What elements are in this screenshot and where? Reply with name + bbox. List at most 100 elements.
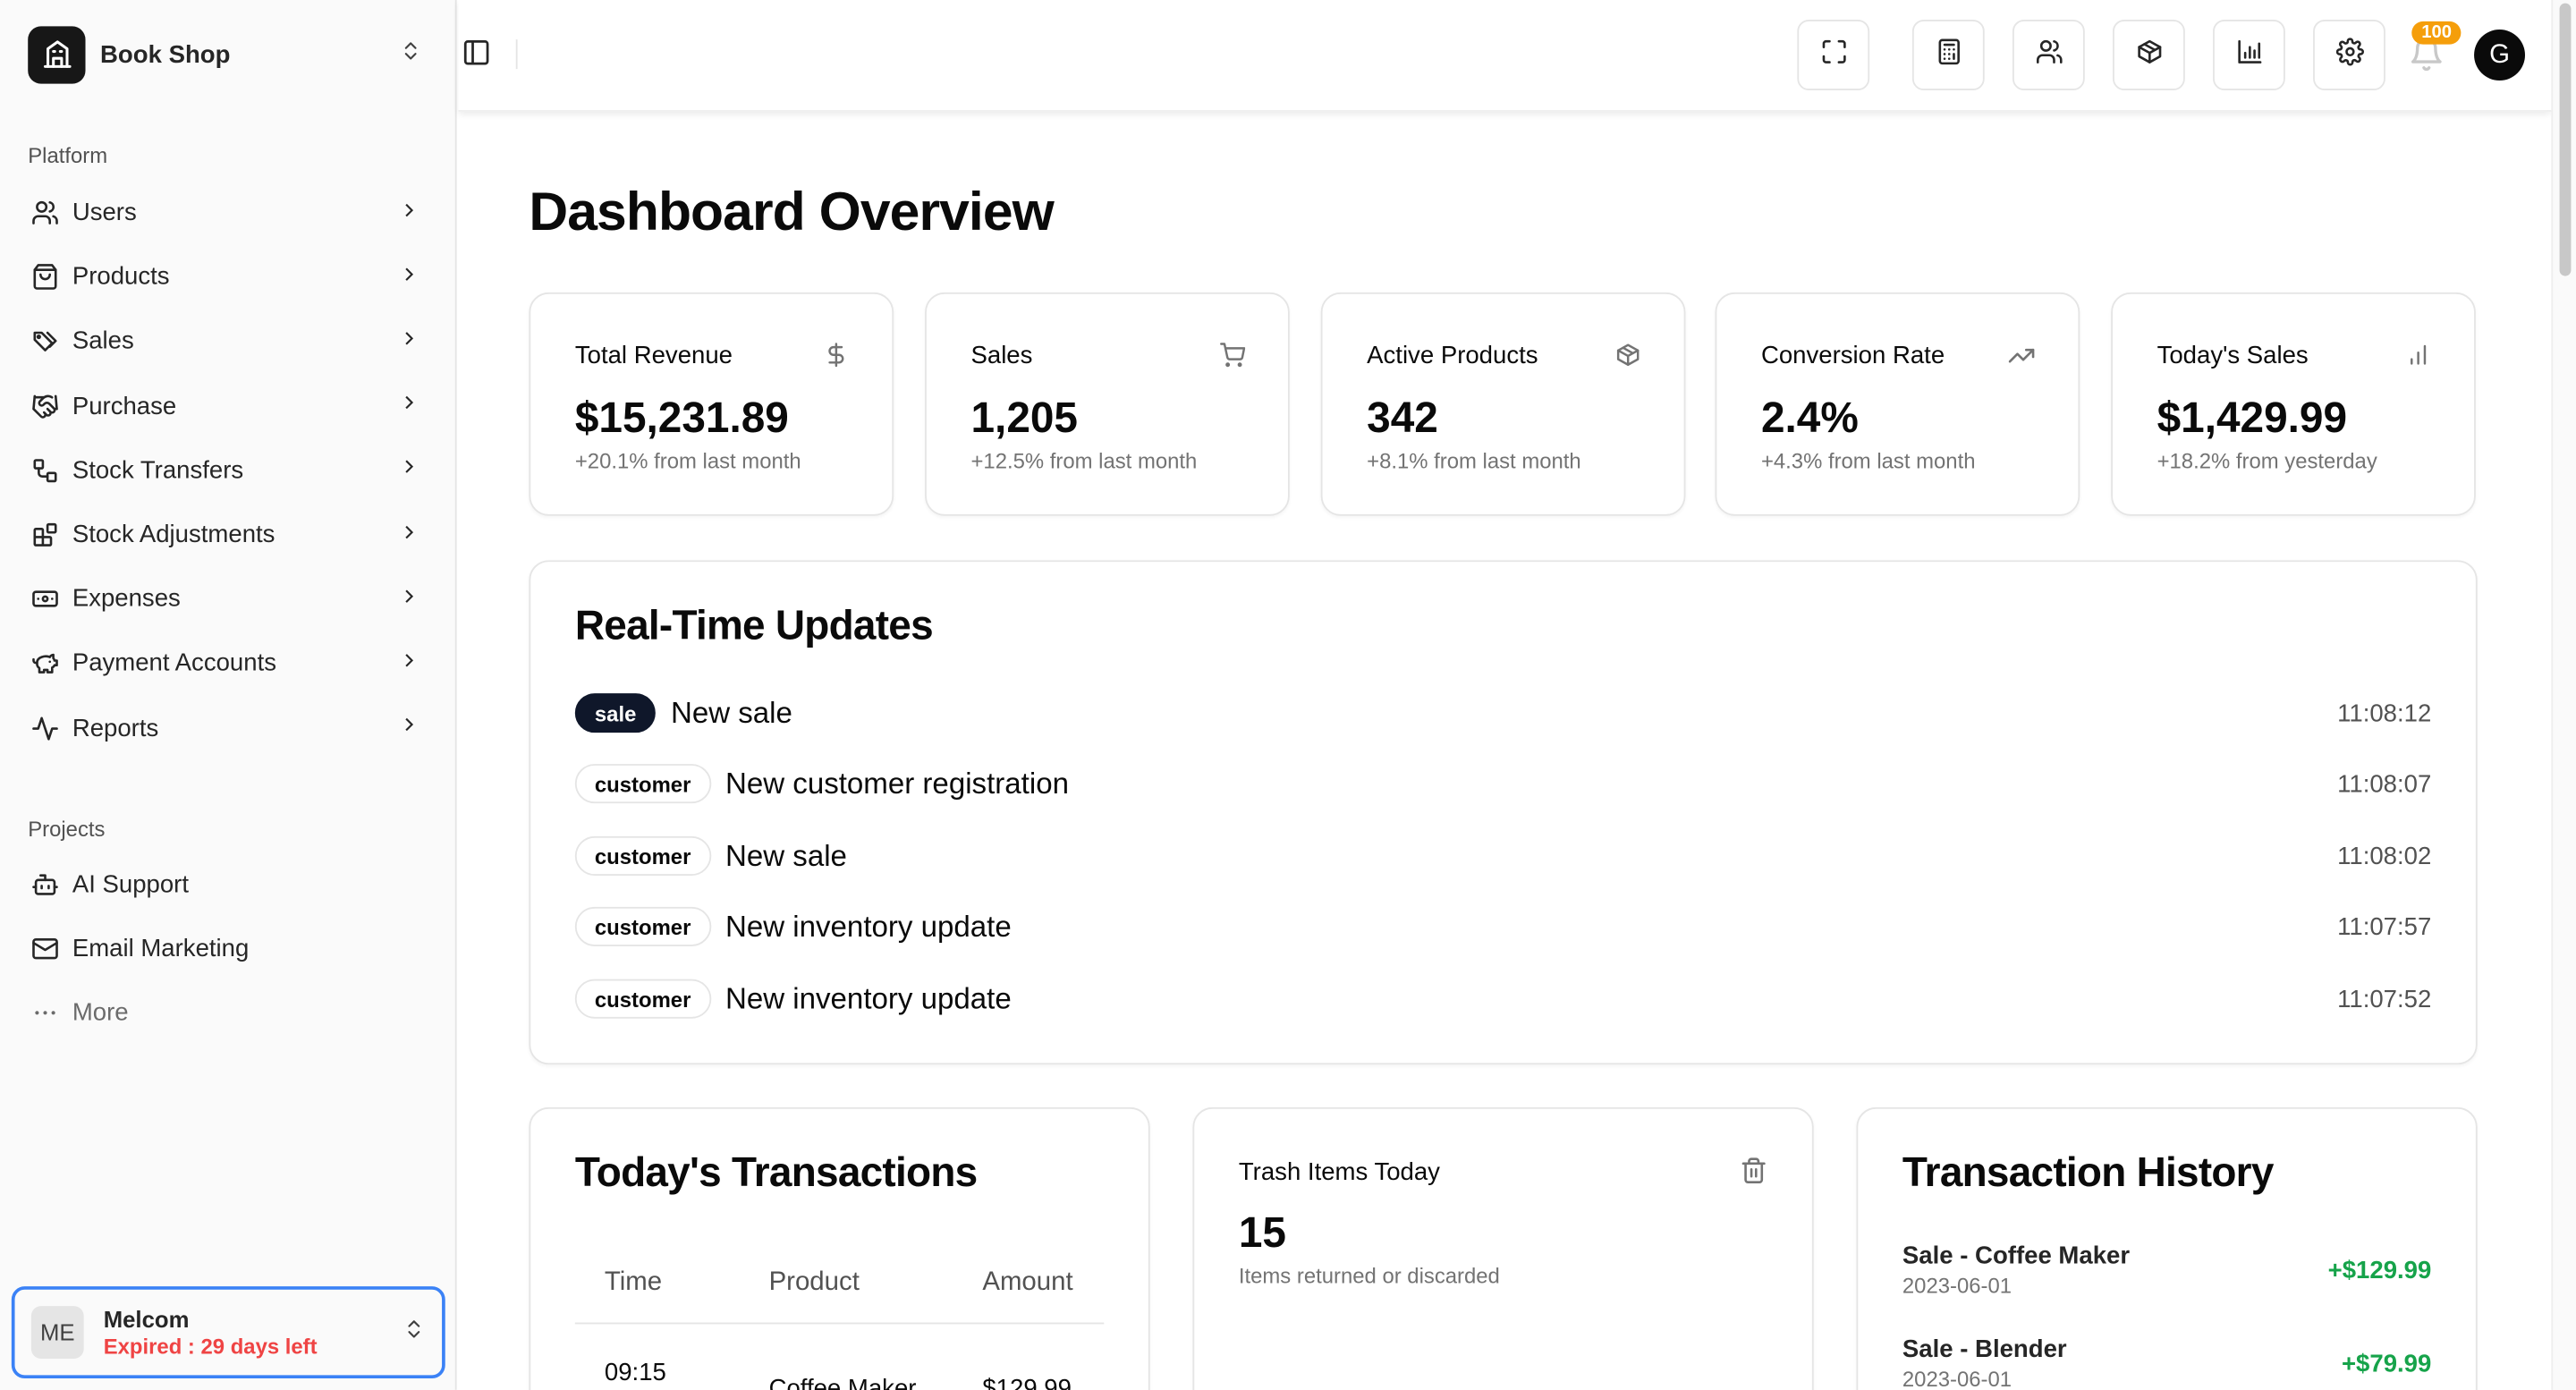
user-name: Melcom [103,1305,190,1333]
transaction-time: 09:15 [604,1358,666,1387]
stat-change: +20.1% from last month [574,448,801,473]
stat-card-todays-sales: Today's Sales $1,429.99 +18.2% from yest… [2111,292,2476,516]
chevron-right-icon [397,713,420,742]
mail-icon [30,935,59,964]
update-type-badge: sale [574,693,657,733]
sidebar-item-stock-transfers[interactable]: Stock Transfers [13,438,444,503]
realtime-updates-card: Real-Time Updates sale New sale 11:08:12… [529,560,2478,1065]
sidebar-item-label: Products [72,263,170,292]
transaction-history-card: Transaction History Sale - Coffee Maker … [1856,1106,2478,1390]
stat-card-conversion-rate: Conversion Rate 2.4% +4.3% from last mon… [1715,292,2080,516]
stat-card-active-products: Active Products 342 +8.1% from last mont… [1320,292,1686,516]
sidebar-item-reports[interactable]: Reports [13,696,444,760]
platform-group-label: Platform [28,142,108,168]
sidebar-item-email-marketing[interactable]: Email Marketing [13,917,444,981]
update-type-badge: customer [574,979,711,1019]
sidebar: Book Shop Platform Users Products Sales [0,0,457,1390]
sidebar-item-label: Purchase [72,392,177,420]
projects-nav: AI Support Email Marketing More [13,852,444,1046]
profile-avatar[interactable]: G [2474,30,2526,81]
update-row: customer New sale 11:08:02 [574,835,2432,877]
sidebar-item-label: Payment Accounts [72,649,276,678]
update-text: New sale [670,695,792,729]
sidebar-item-expenses[interactable]: Expenses [13,567,444,631]
update-type-badge: customer [574,835,711,876]
scrollbar-thumb[interactable] [2559,3,2572,276]
user-account-menu[interactable]: ME Melcom Expired : 29 days left [11,1286,445,1378]
reports-button[interactable] [2213,20,2285,91]
page-scrollbar[interactable] [2551,0,2576,1390]
chevrons-up-down-icon [402,1317,426,1348]
settings-icon [2334,37,2364,72]
chevron-right-icon [397,262,420,292]
sidebar-item-stock-adjustments[interactable]: Stock Adjustments [13,503,444,567]
sidebar-item-label: Stock Adjustments [72,521,275,549]
update-time: 11:08:02 [2337,842,2432,870]
stat-value: $15,231.89 [574,392,789,443]
user-avatar: ME [30,1306,84,1359]
store-icon [28,25,86,83]
stat-title: Sales [970,342,1033,370]
bar-chart-icon [2235,37,2263,72]
page-title: Dashboard Overview [529,181,1054,242]
more-icon [30,999,59,1029]
update-row: customer New customer registration 11:08… [574,762,2432,805]
calculator-button[interactable] [1911,20,1985,91]
update-time: 11:07:52 [2337,985,2432,1013]
column-header-amount[interactable]: Amount [982,1268,1072,1298]
fullscreen-icon [1819,37,1847,72]
calculator-icon [1935,37,1962,72]
settings-button[interactable] [2313,20,2385,91]
sidebar-item-sales[interactable]: Sales [13,309,444,374]
trash-items-card: Trash Items Today 15 Items returned or d… [1192,1106,1814,1390]
column-header-time[interactable]: Time [605,1268,662,1298]
notification-badge: 100 [2411,21,2462,45]
workspace-name: Book Shop [100,39,231,69]
update-text: New inventory update [724,981,1012,1015]
products-button[interactable] [2112,20,2185,91]
sidebar-item-users[interactable]: Users [13,181,444,245]
sidebar-item-products[interactable]: Products [13,245,444,309]
stat-change: +4.3% from last month [1760,448,1976,473]
stat-change: +8.1% from last month [1367,448,1581,473]
sidebar-item-purchase[interactable]: Purchase [13,374,444,438]
stat-title: Today's Sales [2157,342,2309,370]
stat-change: +18.2% from yesterday [2157,448,2377,473]
sidebar-toggle-icon[interactable] [462,38,495,71]
history-item-amount: +$129.99 [2327,1257,2432,1285]
update-row: sale New sale 11:08:12 [574,691,2431,734]
stat-value: 342 [1367,392,1438,443]
update-text: New customer registration [724,766,1069,800]
workspace-switcher[interactable]: Book Shop [13,13,444,96]
cart-icon [1219,342,1246,377]
sidebar-item-label: Reports [72,714,159,742]
projects-group-label: Projects [28,816,106,842]
sidebar-item-more[interactable]: More [13,981,444,1046]
stat-title: Total Revenue [574,342,733,370]
subscription-status: Expired : 29 days left [103,1333,318,1359]
transaction-amount: $129.99 [982,1375,1072,1390]
stat-card-sales: Sales 1,205 +12.5% from last month [925,292,1290,516]
column-header-product[interactable]: Product [769,1268,860,1298]
customers-button[interactable] [2012,20,2085,91]
sidebar-item-payment-accounts[interactable]: Payment Accounts [13,631,444,696]
chevron-right-icon [397,198,420,227]
fullscreen-button[interactable] [1797,20,1870,91]
sidebar-item-label: Expenses [72,585,181,614]
update-type-badge: customer [574,906,711,946]
stat-title: Active Products [1367,342,1538,370]
sidebar-item-ai-support[interactable]: AI Support [13,852,444,917]
todays-transactions-card: Today's Transactions Time Product Amount… [529,1106,1150,1390]
transactions-title: Today's Transactions [574,1149,978,1197]
stat-change: +12.5% from last month [970,448,1198,473]
trash-icon [1740,1157,1767,1192]
stat-title: Conversion Rate [1760,342,1945,370]
transaction-product: Coffee Maker [768,1375,917,1390]
stat-value: 1,205 [970,392,1079,443]
chevron-right-icon [397,391,420,420]
history-item-amount: +$79.99 [2341,1350,2432,1378]
stat-value: 2.4% [1760,392,1859,443]
users-icon [2035,37,2063,72]
update-time: 11:08:07 [2337,769,2432,798]
top-header: 100 G [458,0,2552,112]
